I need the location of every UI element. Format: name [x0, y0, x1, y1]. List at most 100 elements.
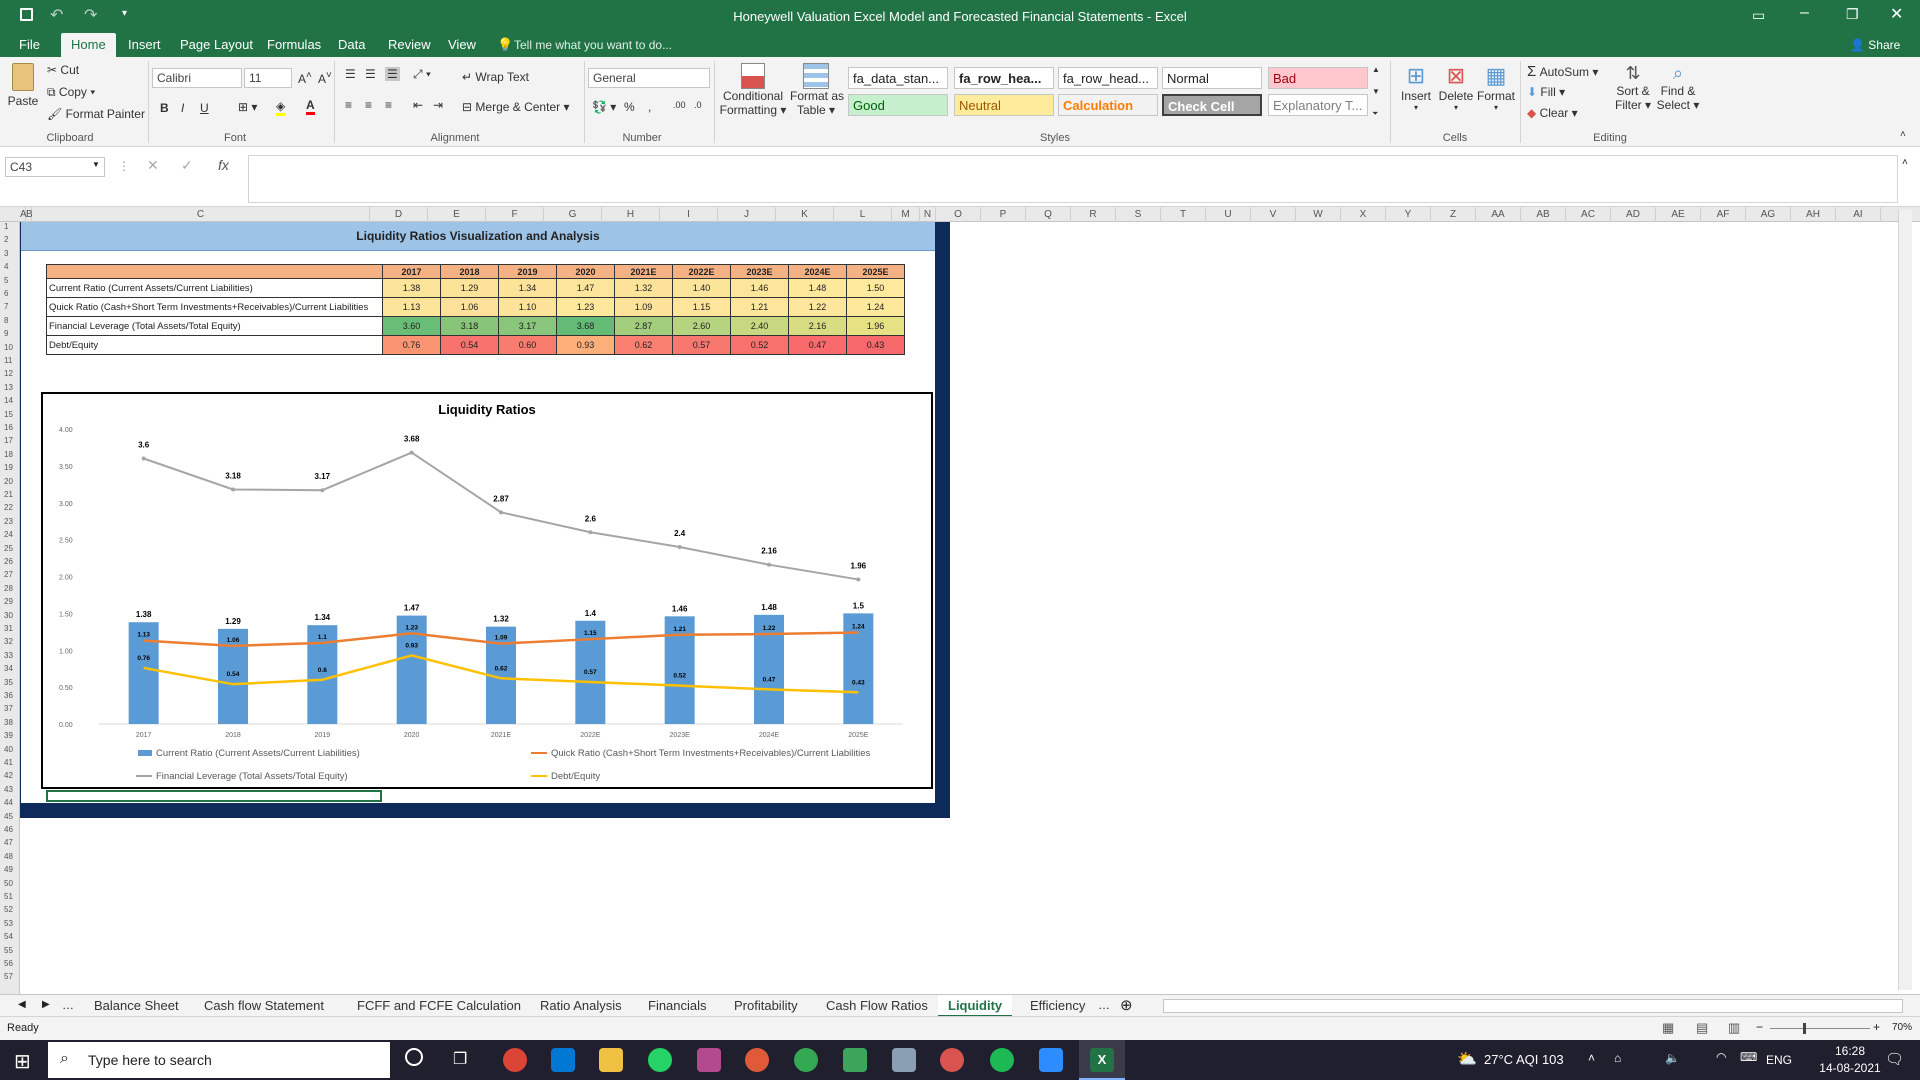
year-header-cell[interactable]: 2022E [672, 264, 731, 279]
row-header[interactable]: 8 [0, 316, 20, 326]
expand-formula-bar-icon[interactable]: ˄ [1902, 157, 1908, 168]
sheet-tab[interactable]: Balance Sheet [84, 995, 189, 1017]
row-header[interactable]: 42 [0, 771, 20, 781]
value-cell[interactable]: 1.23 [556, 297, 615, 317]
keyboard-icon[interactable]: ⌨ [1740, 1050, 1757, 1064]
styles-more-icon[interactable]: ⏷ [1372, 109, 1378, 119]
column-header[interactable]: T [1161, 207, 1206, 222]
row-header[interactable]: 52 [0, 905, 20, 915]
row-header[interactable]: 50 [0, 879, 20, 889]
align-left-icon[interactable]: ≡ [345, 98, 352, 112]
underline-button[interactable]: U [200, 101, 209, 115]
autosum-button[interactable]: Σ AutoSum ▾ [1527, 63, 1598, 80]
value-cell[interactable]: 1.48 [788, 278, 847, 298]
ribbon-display-icon[interactable]: ▭ [1752, 7, 1765, 24]
column-header[interactable]: V [1251, 207, 1296, 222]
value-cell[interactable]: 0.43 [846, 335, 905, 355]
value-cell[interactable]: 1.13 [382, 297, 441, 317]
value-cell[interactable]: 0.54 [440, 335, 499, 355]
column-header[interactable]: AC [1566, 207, 1611, 222]
restore-icon[interactable]: ❐ [1846, 6, 1859, 23]
row-header[interactable]: 19 [0, 463, 20, 473]
cell-style-2[interactable]: fa_row_head... [1058, 67, 1158, 89]
excel-taskbar-icon[interactable]: X [1079, 1040, 1125, 1080]
value-cell[interactable]: 1.38 [382, 278, 441, 298]
row-header[interactable]: 39 [0, 731, 20, 741]
row-header[interactable]: 15 [0, 410, 20, 420]
cell-style-6[interactable]: Neutral [954, 94, 1054, 116]
column-header[interactable]: Y [1386, 207, 1431, 222]
row-header[interactable]: 21 [0, 490, 20, 500]
selected-cell-c43[interactable] [46, 790, 382, 802]
align-top-icon[interactable]: ☰ [345, 67, 356, 81]
tab-page-layout[interactable]: Page Layout [170, 33, 263, 57]
row-header[interactable]: 29 [0, 597, 20, 607]
row-header[interactable]: 5 [0, 276, 20, 286]
value-cell[interactable]: 2.40 [730, 316, 789, 336]
value-cell[interactable]: 1.21 [730, 297, 789, 317]
insert-cells-button[interactable]: ⊞ Insert ▾ [1396, 63, 1436, 112]
row-header[interactable]: 56 [0, 959, 20, 969]
row-header[interactable]: 41 [0, 758, 20, 768]
font-color-icon[interactable]: A [306, 98, 315, 115]
page-break-view-icon[interactable]: ▥ [1728, 1020, 1740, 1036]
shrink-font-button[interactable]: A˅ [318, 70, 332, 86]
chrome-icon[interactable] [503, 1048, 527, 1072]
value-cell[interactable]: 1.46 [730, 278, 789, 298]
clear-button[interactable]: ◆ Clear ▾ [1527, 106, 1578, 120]
fill-button[interactable]: ⬇ Fill ▾ [1527, 85, 1565, 99]
row-header[interactable]: 9 [0, 329, 20, 339]
paste-button[interactable]: Paste [6, 63, 40, 108]
sheet-tab[interactable]: Ratio Analysis [530, 995, 632, 1017]
year-header-cell[interactable]: 2021E [614, 264, 673, 279]
delete-cells-button[interactable]: ⊠ Delete ▾ [1436, 63, 1476, 112]
minimize-icon[interactable]: – [1800, 4, 1809, 22]
taskbar-search-box[interactable]: ⌕ Type here to search [48, 1042, 390, 1078]
tab-home[interactable]: Home [61, 33, 116, 57]
sheet-tab[interactable]: Cash Flow Ratios [816, 995, 938, 1017]
collapse-ribbon-icon[interactable]: ˄ [1900, 129, 1906, 140]
column-header[interactable]: L [834, 207, 892, 222]
value-cell[interactable]: 2.16 [788, 316, 847, 336]
cell-style-0[interactable]: fa_data_stan... [848, 67, 948, 89]
row-header[interactable]: 54 [0, 932, 20, 942]
column-header[interactable]: C [32, 207, 370, 222]
align-center-icon[interactable]: ≡ [365, 98, 372, 112]
find-select-button[interactable]: ⌕ Find & Select ▾ [1656, 63, 1700, 112]
row-header[interactable]: 47 [0, 838, 20, 848]
align-bottom-icon[interactable]: ☰ [385, 67, 400, 81]
align-middle-icon[interactable]: ☰ [365, 67, 376, 81]
tab-view[interactable]: View [438, 33, 486, 57]
scroll-tabs-right-icon[interactable]: ▶ [42, 999, 50, 1010]
chrome-profile-2-icon[interactable] [794, 1048, 818, 1072]
borders-icon[interactable]: ⊞ ▾ [238, 100, 257, 114]
column-header[interactable]: N [920, 207, 936, 222]
year-header-cell[interactable]: 2023E [730, 264, 789, 279]
row-header[interactable]: 37 [0, 704, 20, 714]
value-cell[interactable]: 0.47 [788, 335, 847, 355]
row-label-cell[interactable]: Current Ratio (Current Assets/Current Li… [46, 278, 383, 298]
column-header[interactable]: P [981, 207, 1026, 222]
column-header[interactable]: K [776, 207, 834, 222]
row-header[interactable]: 44 [0, 798, 20, 808]
merge-center-button[interactable]: ⊟ Merge & Center ▾ [462, 100, 569, 114]
chrome-profile-3-icon[interactable] [940, 1048, 964, 1072]
number-format-box[interactable]: General [588, 68, 710, 88]
bold-button[interactable]: B [160, 101, 169, 115]
row-header[interactable]: 48 [0, 852, 20, 862]
value-cell[interactable]: 1.29 [440, 278, 499, 298]
close-icon[interactable]: ✕ [1890, 4, 1903, 24]
wifi-icon[interactable]: ◠ [1716, 1050, 1726, 1064]
value-cell[interactable]: 1.96 [846, 316, 905, 336]
cell-style-4[interactable]: Bad [1268, 67, 1368, 89]
increase-indent-icon[interactable]: ⇥ [433, 98, 443, 112]
insert-function-icon[interactable]: fx [218, 157, 229, 173]
cortana-icon[interactable] [405, 1048, 423, 1066]
value-cell[interactable]: 3.60 [382, 316, 441, 336]
value-cell[interactable]: 0.62 [614, 335, 673, 355]
row-label-cell[interactable]: Quick Ratio (Cash+Short Term Investments… [46, 297, 383, 317]
normal-view-icon[interactable]: ▦ [1662, 1020, 1674, 1036]
row-header[interactable]: 38 [0, 718, 20, 728]
currency-icon[interactable]: 💱 ▾ [592, 100, 616, 114]
row-header[interactable]: 1 [0, 222, 20, 232]
